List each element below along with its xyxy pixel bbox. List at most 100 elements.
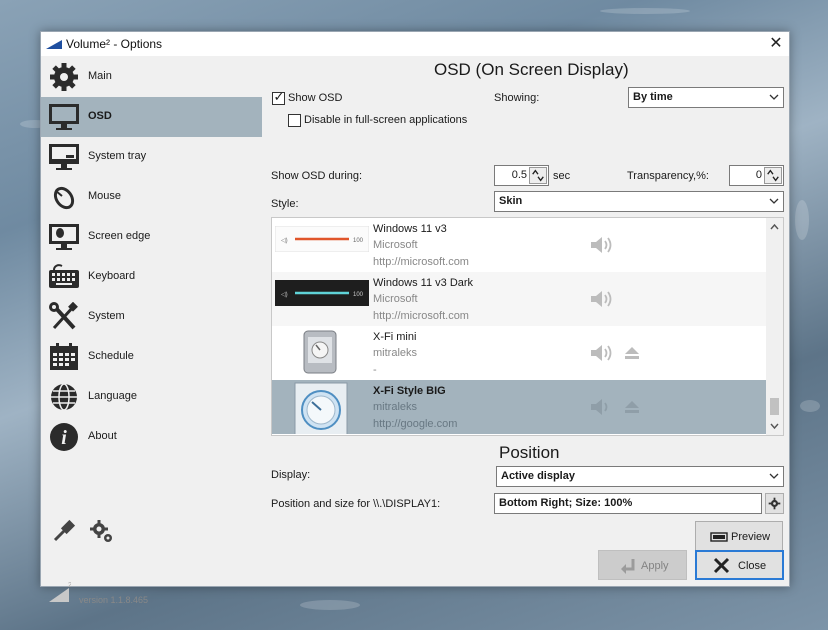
- speaker-icon: [591, 237, 612, 253]
- svg-text:i: i: [61, 427, 67, 449]
- skin-url: http://google.com: [373, 418, 458, 430]
- sidebar-item-keyboard[interactable]: Keyboard: [41, 257, 262, 297]
- checkmark-icon: ✓: [273, 89, 285, 104]
- spin-arrows-icon[interactable]: [764, 167, 782, 184]
- list-item[interactable]: X-Fi mini mitraleks -: [272, 326, 766, 380]
- position-settings-gear-icon[interactable]: [765, 493, 784, 514]
- skin-thumbnail: [303, 330, 337, 374]
- apply-label: Apply: [641, 560, 669, 572]
- skin-author: mitraleks: [373, 401, 418, 413]
- position-size-field[interactable]: Bottom Right; Size: 100%: [494, 493, 762, 514]
- sidebar-item-system-tray[interactable]: System tray: [41, 137, 262, 177]
- sidebar-item-osd[interactable]: OSD: [41, 97, 262, 137]
- sidebar-item-label: Screen edge: [88, 230, 151, 242]
- skin-url: http://microsoft.com: [373, 310, 469, 322]
- skin-name: Windows 11 v3: [373, 223, 447, 235]
- skin-name: X-Fi mini: [373, 331, 417, 343]
- skin-author: mitraleks: [373, 347, 418, 359]
- eject-icon: [625, 347, 639, 359]
- disable-fullscreen-checkbox[interactable]: [288, 114, 301, 127]
- style-select[interactable]: Skin: [494, 191, 784, 212]
- sidebar-item-about[interactable]: i About: [41, 417, 262, 457]
- showing-value: By time: [633, 91, 673, 103]
- close-button[interactable]: Close: [695, 550, 784, 580]
- skin-list[interactable]: ◁) 100 Windows 11 v3 Microsoft http://mi…: [271, 217, 784, 436]
- settings-gear-icon[interactable]: [88, 518, 114, 544]
- apply-icon: [621, 559, 635, 574]
- position-size-value: Bottom Right; Size: 100%: [499, 497, 633, 509]
- svg-text:◁): ◁): [281, 238, 288, 244]
- svg-text:2: 2: [68, 582, 71, 589]
- sidebar-item-main[interactable]: Main: [41, 57, 262, 97]
- apply-button[interactable]: Apply: [598, 550, 687, 580]
- chevron-down-icon: [769, 198, 779, 204]
- volume-logo-icon: 2: [49, 582, 71, 602]
- sidebar-item-language[interactable]: Language: [41, 377, 262, 417]
- sidebar-item-label: Main: [88, 70, 112, 82]
- showing-select[interactable]: By time: [628, 87, 784, 108]
- sidebar-item-mouse[interactable]: Mouse: [41, 177, 262, 217]
- skin-name: X-Fi Style BIG: [373, 385, 446, 397]
- skin-author: Microsoft: [373, 239, 418, 251]
- wrench-screwdriver-icon: [49, 302, 78, 330]
- show-during-label: Show OSD during:: [271, 170, 363, 182]
- chevron-up-icon[interactable]: [770, 223, 779, 231]
- screen-edge-icon: [49, 224, 79, 250]
- show-osd-label: Show OSD: [288, 92, 343, 104]
- list-item[interactable]: ◁) 100 Windows 11 v3 Microsoft http://mi…: [272, 218, 766, 272]
- skin-name: Windows 11 v3 Dark: [373, 277, 474, 289]
- seconds-unit-label: sec: [553, 170, 571, 182]
- sidebar-item-label: Keyboard: [88, 270, 136, 282]
- paint-brush-icon[interactable]: [51, 518, 77, 544]
- window-title: Volume² - Options: [66, 37, 163, 51]
- chevron-down-icon: [769, 94, 779, 100]
- gear-icon: [50, 63, 78, 91]
- page-title: OSD (On Screen Display): [434, 60, 629, 79]
- position-size-label: Position and size for \\.\DISPLAY1:: [271, 498, 441, 510]
- show-during-input[interactable]: 0.5: [494, 165, 549, 186]
- sidebar-item-label: Schedule: [88, 350, 134, 362]
- window-close-button[interactable]: ✕: [765, 34, 787, 54]
- list-item[interactable]: X-Fi Style BIG mitraleks http://google.c…: [272, 380, 766, 434]
- sidebar-item-label: Mouse: [88, 190, 122, 202]
- preview-button[interactable]: Preview: [695, 521, 783, 551]
- preview-window-icon: [710, 532, 728, 542]
- spin-arrows-icon[interactable]: [529, 167, 547, 184]
- sidebar-item-system[interactable]: System: [41, 297, 262, 337]
- skin-author: Microsoft: [373, 293, 418, 305]
- svg-text:100: 100: [353, 292, 364, 298]
- sidebar-item-label: OSD: [88, 110, 112, 122]
- display-select[interactable]: Active display: [496, 466, 784, 487]
- display-value: Active display: [501, 470, 575, 482]
- showing-label: Showing:: [494, 92, 540, 104]
- position-title: Position: [499, 443, 560, 462]
- svg-text:◁): ◁): [281, 292, 288, 298]
- chevron-down-icon[interactable]: [770, 422, 779, 430]
- preview-label: Preview: [731, 531, 771, 543]
- transparency-label: Transparency,%:: [627, 170, 709, 182]
- sidebar-item-label: About: [88, 430, 117, 442]
- monitor-icon: [49, 104, 79, 130]
- options-window: Volume² - Options ✕ Main OSD System tray…: [40, 31, 790, 605]
- close-icon: [713, 557, 730, 574]
- scrollbar-thumb[interactable]: [770, 398, 779, 415]
- svg-text:100: 100: [353, 238, 364, 244]
- sidebar-item-screen-edge[interactable]: Screen edge: [41, 217, 262, 257]
- style-value: Skin: [499, 195, 523, 207]
- show-osd-checkbox[interactable]: ✓: [272, 89, 285, 105]
- sidebar-item-schedule[interactable]: Schedule: [41, 337, 262, 377]
- system-tray-icon: [49, 144, 79, 170]
- keyboard-icon: [49, 264, 79, 288]
- mouse-icon: [53, 186, 75, 210]
- sidebar: Main OSD System tray Mouse Screen edge K…: [41, 56, 262, 605]
- speaker-icon: [591, 399, 608, 415]
- skin-list-scrollbar[interactable]: [766, 218, 783, 435]
- speaker-icon: [591, 345, 612, 361]
- sidebar-item-label: System: [88, 310, 125, 322]
- show-during-value: 0.5: [511, 169, 527, 181]
- volume-logo-icon: [46, 40, 62, 49]
- speaker-icon: [591, 291, 612, 307]
- transparency-input[interactable]: 0: [729, 165, 784, 186]
- skin-thumbnail: [294, 382, 348, 434]
- list-item[interactable]: ◁) 100 Windows 11 v3 Dark Microsoft http…: [272, 272, 766, 326]
